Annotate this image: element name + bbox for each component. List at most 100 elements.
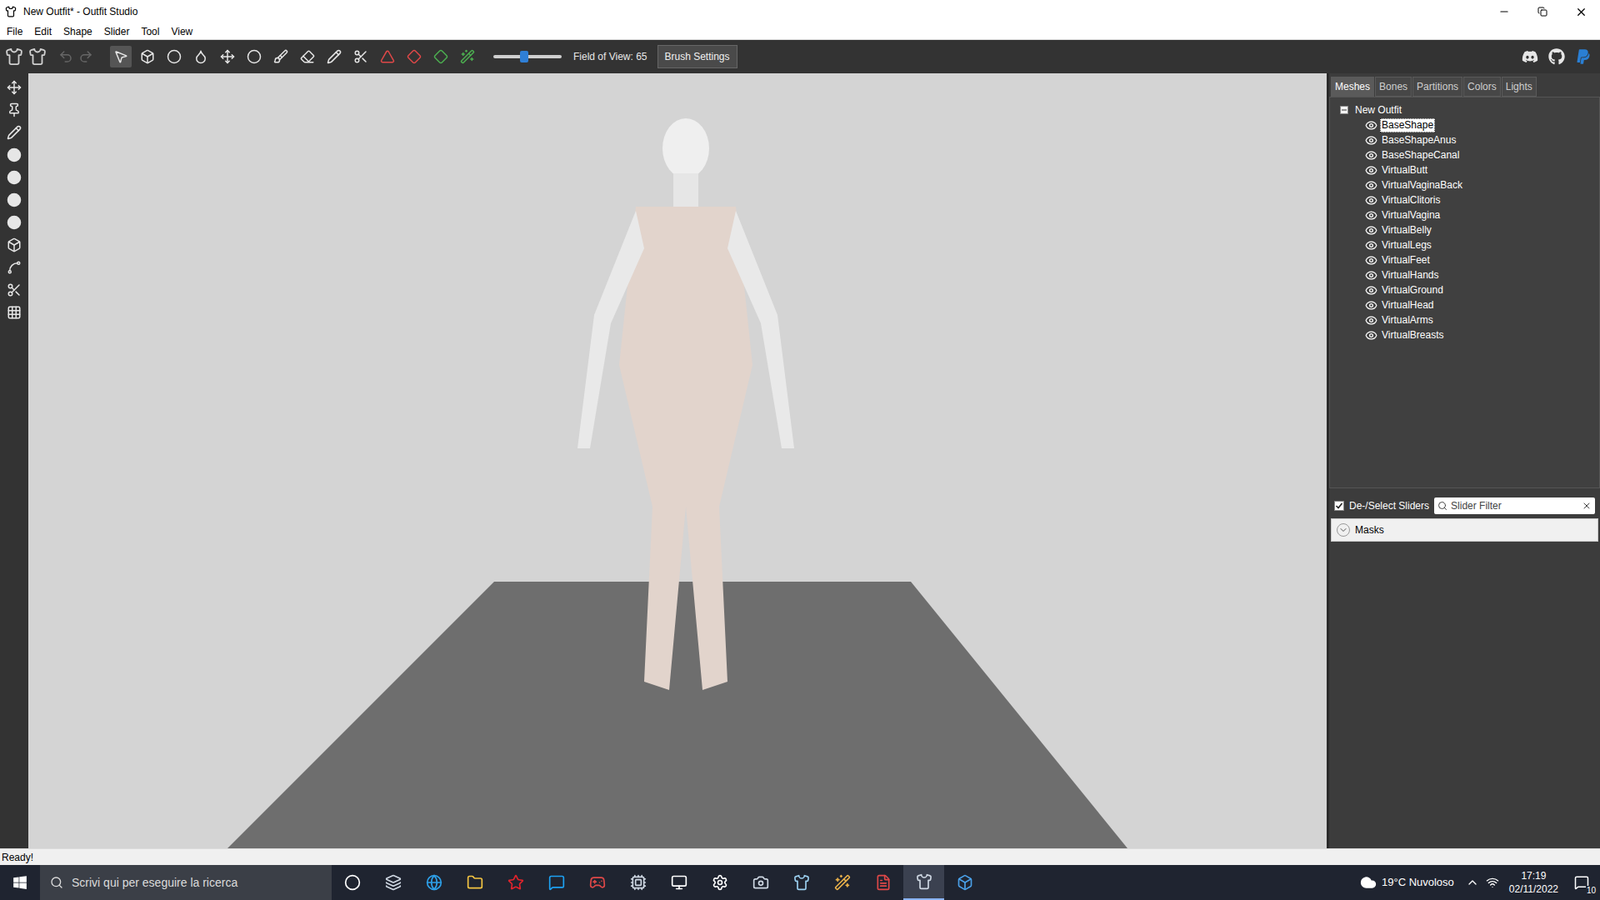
clock[interactable]: 17:1902/11/2022	[1509, 869, 1559, 896]
minimize-button[interactable]	[1485, 0, 1524, 24]
panel-tab[interactable]: Meshes	[1330, 76, 1375, 97]
discord-icon[interactable]	[1521, 48, 1539, 65]
taskbar-app[interactable]	[454, 865, 495, 900]
taskbar-app[interactable]	[535, 865, 577, 900]
taskbar-app[interactable]	[780, 865, 822, 900]
panel-tab[interactable]: Bones	[1375, 76, 1412, 97]
taskbar-app[interactable]	[821, 865, 863, 900]
slider-filter[interactable]: Slider Filter	[1434, 497, 1595, 515]
tool-button[interactable]	[190, 45, 212, 68]
tree-item[interactable]: VirtualHead	[1340, 297, 1600, 313]
menu-item[interactable]: View	[169, 24, 195, 40]
tool-button[interactable]	[243, 45, 265, 68]
collapse-icon[interactable]	[1340, 105, 1349, 115]
side-tool-icon[interactable]	[6, 215, 22, 230]
side-tool-icon[interactable]	[6, 125, 22, 140]
side-tool-icon[interactable]	[6, 282, 22, 298]
taskbar-app[interactable]	[699, 865, 740, 900]
tool-button[interactable]	[216, 45, 239, 68]
menu-item[interactable]: Shape	[61, 24, 95, 40]
weather-text[interactable]: 19°C Nuvoloso	[1381, 874, 1455, 891]
visibility-eye-icon[interactable]	[1365, 149, 1378, 162]
tree-item[interactable]: VirtualButt	[1340, 162, 1600, 178]
visibility-eye-icon[interactable]	[1365, 119, 1378, 132]
tool-button[interactable]	[270, 45, 292, 68]
taskbar-app[interactable]	[740, 865, 781, 900]
tree-item[interactable]: VirtualGround	[1340, 282, 1600, 298]
side-tool-icon[interactable]	[6, 80, 22, 95]
menu-item[interactable]: Edit	[32, 24, 54, 40]
restore-button[interactable]	[1523, 0, 1562, 24]
side-tool-icon[interactable]	[6, 102, 22, 118]
viewport[interactable]	[28, 73, 1327, 849]
tool-button[interactable]	[350, 45, 372, 68]
tree-item[interactable]: VirtualBreasts	[1340, 327, 1600, 343]
tree-item[interactable]: VirtualLegs	[1340, 237, 1600, 253]
visibility-eye-icon[interactable]	[1365, 254, 1378, 267]
visibility-eye-icon[interactable]	[1365, 224, 1378, 237]
load-outfit-icon[interactable]	[28, 47, 47, 66]
taskbar-app[interactable]	[617, 865, 659, 900]
start-button[interactable]	[0, 865, 40, 900]
side-tool-icon[interactable]	[6, 147, 22, 163]
tree-item[interactable]: BaseShapeAnus	[1340, 132, 1600, 148]
tree-item[interactable]: VirtualArms	[1340, 312, 1600, 328]
viewport-render[interactable]	[219, 115, 1136, 849]
tool-button[interactable]	[163, 45, 185, 68]
tree-root[interactable]: New Outfit	[1340, 102, 1600, 118]
side-tool-icon[interactable]	[6, 237, 22, 253]
select-sliders-checkbox[interactable]	[1334, 500, 1345, 511]
menu-item[interactable]: Slider	[102, 24, 132, 40]
tool-button[interactable]	[456, 45, 479, 68]
slider-group[interactable]: Masks	[1330, 518, 1599, 542]
visibility-eye-icon[interactable]	[1365, 179, 1378, 192]
network-icon[interactable]	[1485, 875, 1500, 890]
menu-item[interactable]: Tool	[139, 24, 161, 40]
tool-button[interactable]	[376, 45, 399, 68]
tool-button[interactable]	[136, 45, 159, 68]
tree-item[interactable]: BaseShape	[1340, 117, 1600, 133]
close-button[interactable]	[1561, 0, 1600, 24]
undo-icon[interactable]	[58, 49, 74, 65]
visibility-eye-icon[interactable]	[1365, 134, 1378, 147]
taskbar-app[interactable]	[903, 865, 945, 900]
panel-tab[interactable]: Colors	[1463, 76, 1501, 97]
tree-item[interactable]: VirtualBelly	[1340, 222, 1600, 238]
notification-center[interactable]: 10	[1563, 865, 1600, 900]
load-reference-icon[interactable]	[5, 47, 24, 66]
taskbar-app[interactable]	[331, 865, 373, 900]
tree-item[interactable]: VirtualClitoris	[1340, 192, 1600, 208]
visibility-eye-icon[interactable]	[1365, 314, 1378, 327]
side-tool-icon[interactable]	[6, 305, 22, 320]
tree-item[interactable]: VirtualVaginaBack	[1340, 177, 1600, 193]
taskbar-app[interactable]	[413, 865, 455, 900]
side-tool-icon[interactable]	[6, 170, 22, 185]
visibility-eye-icon[interactable]	[1365, 269, 1378, 282]
tray-chevron-icon[interactable]	[1465, 875, 1480, 890]
visibility-eye-icon[interactable]	[1365, 239, 1378, 252]
tree-item[interactable]: VirtualVagina	[1340, 207, 1600, 223]
tool-button[interactable]	[110, 45, 132, 68]
taskbar-app[interactable]	[944, 865, 985, 900]
panel-tab[interactable]: Partitions	[1412, 76, 1463, 97]
tool-button[interactable]	[403, 45, 425, 68]
taskbar-app[interactable]	[372, 865, 414, 900]
tree-item[interactable]: BaseShapeCanal	[1340, 147, 1600, 163]
visibility-eye-icon[interactable]	[1365, 329, 1378, 342]
brush-settings-button[interactable]: Brush Settings	[657, 45, 738, 69]
github-icon[interactable]	[1548, 48, 1565, 65]
visibility-eye-icon[interactable]	[1365, 299, 1378, 312]
tree-item[interactable]: VirtualFeet	[1340, 252, 1600, 268]
visibility-eye-icon[interactable]	[1365, 209, 1378, 222]
taskbar-app[interactable]	[658, 865, 700, 900]
visibility-eye-icon[interactable]	[1365, 284, 1378, 297]
redo-icon[interactable]	[78, 49, 94, 65]
clear-filter-icon[interactable]	[1581, 500, 1592, 511]
visibility-eye-icon[interactable]	[1365, 194, 1378, 207]
taskbar-app[interactable]	[576, 865, 618, 900]
side-tool-icon[interactable]	[6, 192, 22, 208]
paypal-icon[interactable]	[1575, 48, 1592, 65]
menu-item[interactable]: File	[5, 24, 25, 40]
tool-button[interactable]	[430, 45, 452, 68]
visibility-eye-icon[interactable]	[1365, 164, 1378, 177]
